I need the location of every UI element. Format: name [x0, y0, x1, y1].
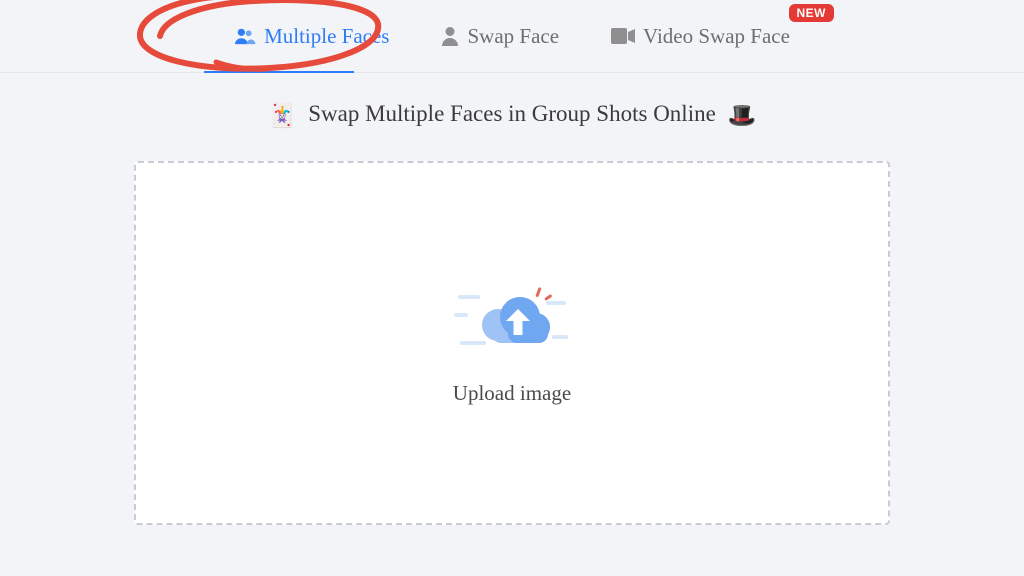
- tab-swap-face[interactable]: Swap Face: [441, 24, 559, 49]
- headline-text: Swap Multiple Faces in Group Shots Onlin…: [308, 101, 716, 126]
- new-badge: NEW: [789, 4, 835, 22]
- active-tab-indicator: [204, 71, 354, 73]
- page-headline: 🃏 Swap Multiple Faces in Group Shots Onl…: [0, 101, 1024, 129]
- users-icon: [234, 26, 256, 46]
- user-icon: [441, 26, 459, 46]
- tab-video-swap-face[interactable]: Video Swap Face: [611, 24, 790, 49]
- tab-label: Video Swap Face: [643, 24, 790, 49]
- tab-multiple-faces[interactable]: Multiple Faces: [234, 24, 389, 49]
- emoji-magic-hat-icon: 🎩: [728, 102, 757, 129]
- video-icon: [611, 28, 635, 44]
- emoji-jester-icon: 🃏: [268, 102, 297, 129]
- cloud-upload-icon: [452, 281, 572, 359]
- tab-label: Multiple Faces: [264, 24, 389, 49]
- upload-dropzone[interactable]: Upload image: [134, 161, 890, 525]
- upload-label: Upload image: [453, 381, 571, 406]
- tab-label: Swap Face: [467, 24, 559, 49]
- tab-bar: Multiple Faces Swap Face Video Swap Face…: [0, 0, 1024, 73]
